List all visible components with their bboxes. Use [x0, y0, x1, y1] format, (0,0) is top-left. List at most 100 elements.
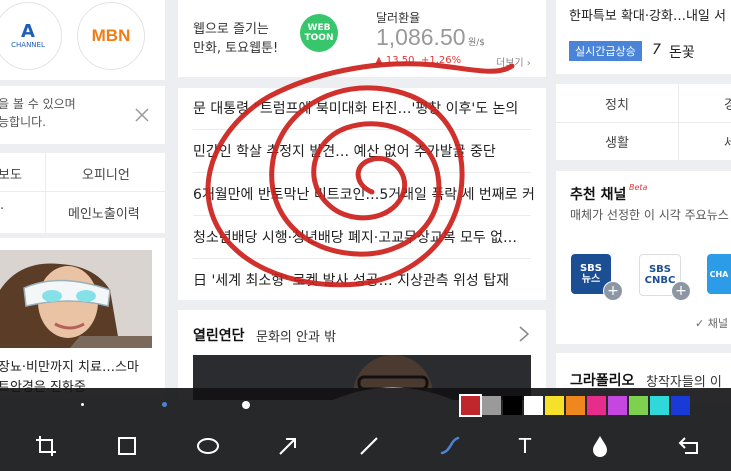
add-channel-icon[interactable]: + — [671, 281, 691, 301]
pen-tool[interactable] — [430, 426, 470, 466]
color-swatch[interactable] — [482, 396, 501, 415]
channels-title: 추천 채널 — [570, 187, 627, 203]
divider — [193, 129, 531, 130]
mbn-text: MBN — [91, 26, 131, 45]
color-swatch[interactable] — [566, 396, 585, 415]
channel-a-text: CHANNEL — [11, 41, 45, 49]
opinion-title: 열린연단 — [193, 328, 245, 344]
realtime-badge: 실시간급상승 — [569, 41, 642, 61]
category-world[interactable]: 세 — [724, 132, 731, 151]
divider — [556, 122, 731, 123]
webtoon-logo[interactable]: WEB TOON — [300, 14, 338, 52]
category-life[interactable]: 생활 — [605, 132, 629, 151]
menu-item-main-history[interactable]: 메인노출이력 — [68, 203, 140, 222]
notice-line-1: 을 볼 수 있으며 — [0, 97, 76, 111]
divider — [678, 84, 679, 160]
channel-a-channel-text: CHA — [709, 269, 729, 279]
color-swatch[interactable] — [587, 396, 606, 415]
headline-list: 문 대통령 "트럼프에 북미대화 타진…'평창 이후'도 논의 민간인 학살 추… — [178, 88, 546, 300]
category-politics[interactable]: 정치 — [605, 94, 629, 113]
arrow-icon — [279, 438, 296, 455]
headline-item[interactable]: 문 대통령 "트럼프에 북미대화 타진…'평창 이후'도 논의 — [193, 98, 518, 118]
opinion-subtitle: 문화의 안과 밖 — [256, 330, 337, 345]
color-swatch[interactable] — [671, 396, 690, 415]
blur-icon — [593, 436, 607, 457]
color-swatch[interactable] — [650, 396, 669, 415]
notice-line-2: 능합니다. — [0, 115, 46, 129]
rectangle-tool[interactable] — [107, 426, 147, 466]
exchange-unit: 원/$ — [468, 38, 486, 48]
menu-item-opinion[interactable]: 오피니언 — [82, 164, 130, 183]
headline-item[interactable]: 민간인 학살 추정지 발견… 예산 없어 추가발굴 중단 — [193, 141, 496, 161]
color-swatch[interactable] — [503, 396, 522, 415]
rectangle-icon — [118, 437, 136, 455]
right-top-card: 한파특보 확대·강화…내일 서 실시간급상승 7 돈꽃 — [556, 0, 731, 74]
webtoon-logo-line-2: TOON — [304, 33, 334, 43]
line-icon — [360, 437, 378, 455]
headline-item[interactable]: 日 '세계 최소형' 로켓 발사 성공… 지상관측 위성 탑재 — [193, 270, 509, 290]
grafolio-title[interactable]: 그라폴리오 — [570, 370, 634, 390]
sbs-cnbc-line-1: SBS — [648, 264, 672, 275]
mbn-logo[interactable]: MBN — [77, 2, 145, 70]
crop-icon — [36, 436, 56, 456]
webtoon-promo-line-2[interactable]: 만화, 토요웹툰! — [193, 37, 278, 56]
right-top-headline[interactable]: 한파특보 확대·강화…내일 서 — [569, 5, 726, 24]
divider — [193, 215, 531, 216]
more-link[interactable]: 더보기 › — [496, 54, 531, 69]
news-photo — [0, 250, 152, 348]
pen-icon — [440, 436, 460, 455]
color-swatch[interactable] — [459, 394, 482, 417]
undo-tool[interactable] — [669, 426, 709, 466]
channels-beta-badge: Beta — [629, 183, 648, 192]
sbs-cnbc-line-2: CNBC — [644, 275, 676, 286]
pen-size-small[interactable] — [81, 403, 84, 406]
sbs-news-line-2: 뉴스 — [581, 274, 601, 285]
close-icon[interactable] — [135, 108, 149, 122]
color-swatch[interactable] — [545, 396, 564, 415]
exchange-change-pct: +1.26% — [421, 55, 462, 66]
channel-logos-panel: A CHANNEL MBN — [0, 0, 165, 80]
category-economy[interactable]: 경 — [724, 94, 731, 113]
ellipse-tool[interactable] — [188, 426, 228, 466]
webtoon-logo-line-1: WEB — [307, 23, 331, 33]
realtime-keyword[interactable]: 돈꽃 — [669, 42, 695, 62]
pen-size-medium[interactable] — [162, 402, 167, 407]
color-swatch[interactable] — [524, 396, 543, 415]
headline-item[interactable]: 청소년배당 시행·청년배당 폐지·고교무상교복 모두 없… — [193, 227, 517, 247]
left-news-card[interactable]: 장뇨·비만까지 치료…스마 트안경은 진화중 — [0, 238, 165, 398]
notice-box: 을 볼 수 있으며 능합니다. — [0, 86, 165, 144]
sbs-news-line-1: SBS — [579, 263, 603, 274]
left-menu: 보도 오피니언 · 메인노출이력 — [0, 153, 165, 233]
add-channel-icon[interactable]: + — [603, 281, 623, 301]
channel-a-logo[interactable]: A CHANNEL — [0, 2, 62, 70]
pen-size-large[interactable] — [242, 401, 250, 409]
divider — [0, 191, 165, 192]
undo-icon — [678, 437, 698, 454]
webtoon-promo-line-1[interactable]: 웹으로 즐기는 — [193, 18, 269, 37]
chevron-right-icon[interactable] — [518, 326, 530, 342]
channel-a-letter: A — [21, 21, 35, 42]
category-grid: 정치 경 생활 세 — [556, 84, 731, 160]
divider — [193, 172, 531, 173]
divider — [45, 153, 46, 233]
color-swatch[interactable] — [608, 396, 627, 415]
news-title-line-1[interactable]: 장뇨·비만까지 치료…스마 — [0, 356, 139, 375]
headline-item[interactable]: 6개월만에 반토막난 비트코인…5거래일 폭락 세 번째로 커 — [193, 184, 535, 204]
channels-subscribe-link[interactable]: ✓ 채널 — [695, 315, 728, 331]
color-swatch[interactable] — [629, 396, 648, 415]
ellipse-icon — [197, 438, 219, 454]
text-tool[interactable]: T — [505, 426, 545, 466]
menu-item-report[interactable]: 보도 — [0, 164, 22, 183]
channel-a-channel-logo[interactable]: CHA — [707, 254, 731, 294]
divider — [193, 258, 531, 259]
opinion-card[interactable]: 열린연단 문화의 안과 밖 — [178, 310, 546, 400]
menu-item-more[interactable]: · — [0, 202, 4, 217]
blur-tool[interactable] — [580, 426, 620, 466]
promo-exchange-card: 웹으로 즐기는 만화, 토요웹툰! WEB TOON 달러환율 1,086.50… — [178, 0, 546, 77]
line-tool[interactable] — [349, 426, 389, 466]
channels-description: 매체가 선정한 이 시각 주요뉴스 — [570, 208, 729, 222]
crop-tool[interactable] — [26, 426, 66, 466]
exchange-change: ▲ 13.50 — [375, 55, 415, 66]
arrow-tool[interactable] — [268, 426, 308, 466]
exchange-value: 1,086.50 — [376, 24, 466, 50]
